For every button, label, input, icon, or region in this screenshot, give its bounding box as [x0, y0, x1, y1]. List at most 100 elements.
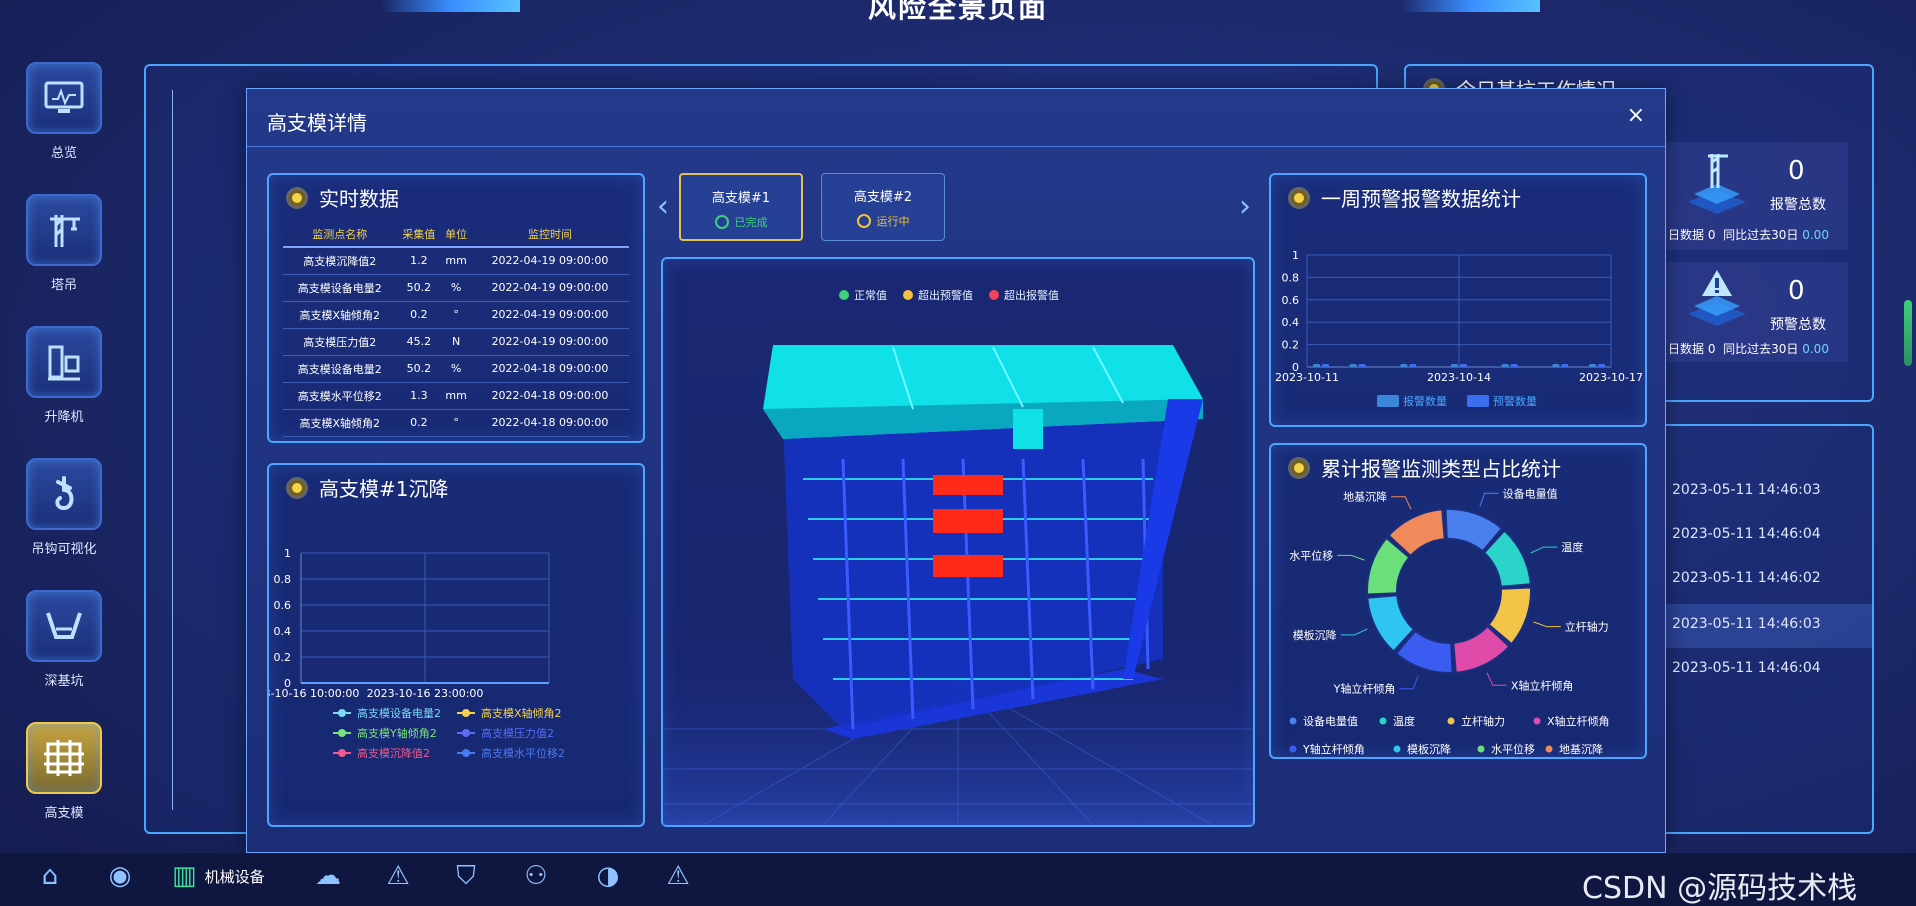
warning-sub-stats: 日数据 0 同比过去30日 0.00 — [1668, 342, 1829, 356]
watermark: CSDN @源码技术栈 — [1582, 871, 1858, 906]
alarm-total-value: 0 — [1788, 156, 1805, 186]
legend-label[interactable]: Y轴立杆倾角 — [1302, 742, 1365, 756]
next-arrow-icon[interactable]: › — [1239, 189, 1251, 224]
bar — [1322, 364, 1329, 367]
legend-label[interactable]: 温度 — [1393, 714, 1415, 728]
scroll-indicator[interactable] — [1904, 300, 1912, 366]
legend-marker — [338, 749, 346, 757]
progress-icon[interactable]: ◑ — [588, 861, 628, 897]
pie-label-line — [1533, 621, 1561, 628]
legend-label[interactable]: X轴立杆倾角 — [1547, 714, 1610, 728]
pie-label-line — [1399, 675, 1419, 690]
prev-arrow-icon[interactable]: ‹ — [657, 189, 669, 224]
legend-label[interactable]: 高支模设备电量2 — [357, 706, 441, 720]
people-icon[interactable]: ⚇ — [516, 861, 556, 897]
warning-total-label: 预警总数 — [1770, 317, 1826, 333]
alarm-sub-stats: 日数据 0 同比过去30日 0.00 — [1668, 228, 1829, 242]
legend-label[interactable]: 高支模X轴倾角2 — [481, 706, 562, 720]
record-time: 2023-05-11 14:46:04 — [1672, 660, 1821, 676]
pie-label-line — [1486, 672, 1507, 686]
table-cell: 1.3 — [396, 382, 442, 410]
hook-icon — [26, 458, 102, 530]
table-row: 高支模沉降值2 1.2 mm 2022-04-19 09:00:00 — [283, 247, 629, 275]
table-cell: 1.2 — [396, 247, 442, 275]
y-tick-label: 0.4 — [274, 625, 292, 638]
table-cell: 2022-04-19 09:00:00 — [470, 247, 629, 275]
machinery-nav-item[interactable]: ▥ 机械设备 — [172, 861, 265, 891]
nav-item-tower-crane[interactable]: 塔吊 — [14, 194, 114, 293]
formwork-icon — [26, 722, 102, 794]
nav-item-elevator[interactable]: 升降机 — [14, 326, 114, 425]
tab-formwork-1[interactable]: 高支模#1 已完成 — [679, 173, 803, 241]
formwork-3d-model[interactable] — [663, 259, 1253, 825]
broken-image-frame — [172, 90, 176, 810]
settlement-line-chart: 00.20.40.60.812023-10-16 10:00:002023-10… — [269, 547, 565, 760]
pie-label: 设备电量值 — [1503, 486, 1558, 500]
legend-marker — [1477, 745, 1485, 753]
legend-marker — [1289, 717, 1297, 725]
legend-label[interactable]: 模板沉降 — [1407, 742, 1451, 756]
table-cell: ° — [441, 301, 471, 329]
legend-marker — [462, 709, 470, 717]
foundation-pit-icon — [26, 590, 102, 662]
legend-label[interactable]: 预警数量 — [1493, 394, 1537, 408]
column-header: 单位 — [441, 221, 471, 248]
legend-label[interactable]: 高支模Y轴倾角2 — [357, 726, 437, 740]
table-cell: 高支模X轴倾角2 — [283, 301, 397, 329]
bar — [1501, 364, 1509, 367]
table-cell: 2022-04-19 09:00:00 — [470, 328, 629, 356]
table-cell: ° — [441, 409, 471, 437]
alarm-icon[interactable]: ⚠ — [658, 861, 698, 897]
legend-label[interactable]: 地基沉降 — [1559, 742, 1603, 756]
table-row: 高支模设备电量2 50.2% 2022-04-18 09:00:00 — [283, 355, 629, 383]
y-tick-label: 0.2 — [1282, 339, 1300, 352]
legend-label[interactable]: 报警数量 — [1403, 394, 1447, 408]
formwork-3d-model-card: 正常值 超出预警值 超出报警值 — [661, 257, 1255, 827]
y-tick-label: 0.6 — [274, 599, 292, 612]
top-title-bar: 风险全景页面 — [0, 0, 1916, 34]
legend-label[interactable]: 水平位移 — [1491, 742, 1535, 756]
bar — [1510, 364, 1518, 367]
tab-formwork-2[interactable]: 高支模#2 运行中 — [821, 173, 945, 241]
settlement-chart-card: 高支模#1沉降 00.20.40.60.812023-10-16 10:00:0… — [267, 463, 645, 827]
record-time: 2023-05-11 14:46:03 — [1672, 482, 1821, 498]
x-tick-label: 2023-10-14 — [1427, 371, 1491, 384]
legend-marker — [462, 729, 470, 737]
quality-icon[interactable]: ⛉ — [446, 861, 486, 897]
pie-label-line — [1337, 554, 1365, 561]
legend-marker — [1545, 745, 1553, 753]
realtime-data-card: 实时数据 监测点名称 采集值 单位 监控时间 高支模沉降值2 1.2 mm 2022-… — [267, 173, 645, 443]
home-icon[interactable]: ⌂ — [30, 861, 70, 897]
nav-item-overview[interactable]: 总览 — [14, 62, 114, 161]
y-tick-label: 0.4 — [1282, 316, 1300, 329]
legend-marker — [1533, 717, 1541, 725]
card-title-text: 实时数据 — [319, 187, 399, 211]
bar — [1552, 364, 1560, 367]
y-tick-label: 0.8 — [274, 573, 292, 586]
hazard-icon[interactable]: ⚠ — [378, 861, 418, 897]
card-title: 实时数据 — [289, 183, 399, 212]
table-cell: 0.2 — [396, 409, 442, 437]
pie-label: Y轴立杆倾角 — [1333, 682, 1396, 696]
bottom-nav-bar: ⌂ ◉ ▥ 机械设备 ☁ ⚠ ⛉ ⚇ ◑ ⚠ CSDN @源码技术栈 — [0, 853, 1916, 906]
legend-label[interactable]: 高支模水平位移2 — [481, 746, 565, 760]
nav-label: 升降机 — [44, 410, 84, 425]
table-cell: N — [441, 328, 471, 356]
close-icon[interactable]: × — [1627, 103, 1645, 128]
table-cell: 50.2 — [396, 355, 442, 383]
weather-icon[interactable]: ☁ — [308, 861, 348, 897]
camera-icon[interactable]: ◉ — [100, 861, 140, 897]
high-formwork-detail-modal: 高支模详情 × 实时数据 监测点名称 采集值 单位 监控时间 高支模沉降值2 1.… — [246, 88, 1666, 853]
nav-item-deep-pit[interactable]: 深基坑 — [14, 590, 114, 689]
table-cell: % — [441, 274, 471, 302]
pie-label-line — [1530, 546, 1558, 554]
nav-item-hook-visual[interactable]: 吊钩可视化 — [14, 458, 114, 557]
legend-label[interactable]: 设备电量值 — [1303, 714, 1358, 728]
legend-label[interactable]: 立杆轴力 — [1461, 714, 1505, 728]
legend-label[interactable]: 高支模沉降值2 — [357, 746, 430, 760]
pie-label-line — [1479, 492, 1499, 507]
alarm-type-donut-chart: 设备电量值温度立杆轴力X轴立杆倾角Y轴立杆倾角模板沉降水平位移地基沉降设备电量值… — [1289, 486, 1610, 756]
nav-item-high-formwork[interactable]: 高支模 — [14, 722, 114, 821]
nav-label: 总览 — [50, 146, 77, 161]
legend-label[interactable]: 高支模压力值2 — [481, 726, 554, 740]
